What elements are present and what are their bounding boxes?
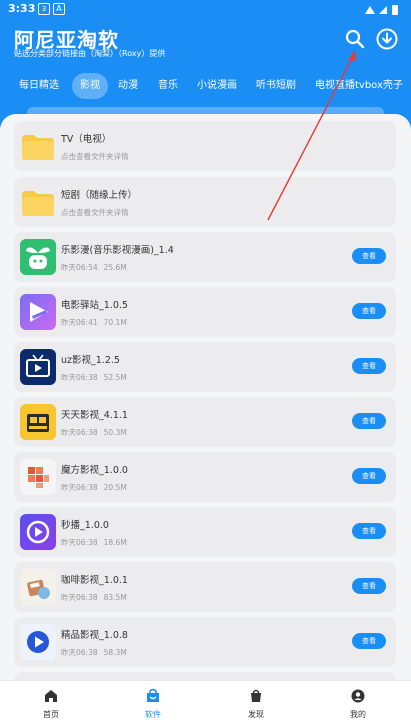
home-icon — [45, 690, 57, 702]
folder-hint: 点击查看文件夹详情 — [61, 152, 129, 161]
tab-live-tv[interactable]: 电视直播tvbox壳子 — [315, 73, 403, 99]
app-name: 天天影视_4.1.1 — [61, 410, 128, 421]
nav-mine[interactable]: 我的 — [307, 681, 409, 723]
folder-item[interactable]: TV（电视） 点击查看文件夹详情 — [14, 121, 396, 171]
app-size: 70.1M — [103, 318, 127, 327]
play-circle-icon — [20, 624, 56, 660]
folder-name: 短剧（随缘上传） — [61, 190, 138, 201]
nav-discover[interactable]: 发现 — [205, 681, 307, 723]
app-time: 昨天06:38 — [61, 483, 98, 492]
app-size: 18.6M — [103, 538, 127, 547]
list-item[interactable]: 电影驿站_1.0.5 昨天06:41 70.1M 查看 — [14, 287, 396, 337]
app-size: 58.3M — [103, 648, 127, 657]
view-button[interactable]: 查看 — [352, 578, 386, 594]
list-item[interactable]: 精品影视_1.0.8 昨天06:38 58.3M 查看 — [14, 617, 396, 667]
clapper-icon — [20, 404, 56, 440]
sprout-icon — [20, 239, 56, 275]
view-button[interactable]: 查看 — [352, 303, 386, 319]
app-name: 精品影视_1.0.8 — [61, 630, 128, 641]
tab-anime[interactable]: 动漫 — [118, 73, 138, 99]
status-bar: 3:33 3 A — [0, 0, 411, 20]
list-item[interactable]: 咖啡影视_1.0.1 昨天06:38 83.5M 查看 — [14, 562, 396, 612]
app-name: 电影驿站_1.0.5 — [61, 300, 128, 311]
app-meta: 昨天06:38 83.5M — [61, 592, 127, 603]
app-name: 秒播_1.0.0 — [61, 520, 109, 531]
app-name: 咖啡影视_1.0.1 — [61, 575, 128, 586]
app-time: 昨天06:38 — [61, 373, 98, 382]
folder-name: TV（电视） — [61, 134, 112, 145]
app-meta: 昨天06:38 52.5M — [61, 372, 127, 383]
nav-home[interactable]: 首页 — [0, 681, 102, 723]
tv-icon — [20, 349, 56, 385]
list-item[interactable]: 秒播_1.0.0 昨天06:38 18.6M 查看 — [14, 507, 396, 557]
coffee-icon — [20, 569, 56, 605]
nav-label: 软件 — [145, 710, 161, 719]
folder-icon — [22, 135, 54, 160]
app-time: 昨天06:41 — [61, 318, 98, 327]
app-meta: 昨天06:38 58.3M — [61, 647, 127, 658]
view-button[interactable]: 查看 — [352, 468, 386, 484]
view-button[interactable]: 查看 — [352, 358, 386, 374]
nav-software[interactable]: 软件 — [102, 681, 204, 723]
folder-item[interactable]: 短剧（随缘上传） 点击查看文件夹详情 — [14, 177, 396, 227]
bag-icon — [147, 688, 159, 702]
notification-icon: 3 — [38, 3, 50, 15]
cube-icon — [20, 459, 56, 495]
app-size: 83.5M — [103, 593, 127, 602]
tab-novels-comics[interactable]: 小说漫画 — [197, 73, 237, 99]
tab-music[interactable]: 音乐 — [158, 73, 178, 99]
list-item[interactable]: uz影视_1.2.5 昨天06:38 52.5M 查看 — [14, 342, 396, 392]
app-time: 昨天06:38 — [61, 428, 98, 437]
play-hex-icon — [20, 514, 56, 550]
signal-icon — [379, 6, 387, 14]
nav-label: 首页 — [43, 710, 59, 719]
list-item[interactable]: 魔方影视_1.0.0 昨天06:38 20.5M 查看 — [14, 452, 396, 502]
view-button[interactable]: 查看 — [352, 413, 386, 429]
category-tabs: 每日精选 影视 动漫 音乐 小说漫画 听书短剧 电视直播tvbox壳子 — [0, 73, 411, 99]
bottom-nav: 首页 软件 发现 我的 — [0, 680, 411, 723]
app-meta: 昨天06:54 25.6M — [61, 262, 127, 273]
app-meta: 昨天06:38 50.3M — [61, 427, 127, 438]
app-meta: 昨天06:38 18.6M — [61, 537, 127, 548]
app-meta: 昨天06:41 70.1M — [61, 317, 127, 328]
file-list: TV（电视） 点击查看文件夹详情 短剧（随缘上传） 点击查看文件夹详情 乐影漫(… — [0, 114, 411, 680]
battery-icon — [392, 5, 398, 15]
app-size: 52.5M — [103, 373, 127, 382]
profile-icon — [351, 689, 365, 703]
system-status-icons — [365, 5, 398, 15]
app-time: 昨天06:54 — [61, 263, 98, 272]
app-bar: 阿尼亚淘软 贴选分类部分链接由（淘梨）（Roxy）提供 — [0, 20, 411, 65]
app-subtitle: 贴选分类部分链接由（淘梨）（Roxy）提供 — [14, 49, 166, 58]
tab-daily-picks[interactable]: 每日精选 — [19, 73, 59, 99]
search-icon[interactable] — [342, 26, 368, 52]
folder-icon — [22, 191, 54, 216]
app-time: 昨天06:38 — [61, 648, 98, 657]
download-icon[interactable] — [374, 26, 400, 52]
app-size: 20.5M — [103, 483, 127, 492]
view-button[interactable]: 查看 — [352, 248, 386, 264]
view-button[interactable]: 查看 — [352, 633, 386, 649]
status-time: 3:33 — [8, 2, 36, 15]
nav-label: 发现 — [248, 710, 264, 719]
shopping-bag-icon — [251, 689, 261, 702]
wifi-icon — [365, 6, 375, 14]
app-size: 50.3M — [103, 428, 127, 437]
notification-icon: A — [53, 3, 65, 15]
app-name: uz影视_1.2.5 — [61, 355, 120, 366]
list-item[interactable]: 天天影视_4.1.1 昨天06:38 50.3M 查看 — [14, 397, 396, 447]
list-item[interactable] — [14, 672, 396, 680]
app-time: 昨天06:38 — [61, 593, 98, 602]
nav-label: 我的 — [350, 710, 366, 719]
view-button[interactable]: 查看 — [352, 523, 386, 539]
app-time: 昨天06:38 — [61, 538, 98, 547]
app-meta: 昨天06:38 20.5M — [61, 482, 127, 493]
list-item[interactable]: 乐影漫(音乐影视漫画)_1.4 昨天06:54 25.6M 查看 — [14, 232, 396, 282]
app-size: 25.6M — [103, 263, 127, 272]
folder-hint: 点击查看文件夹详情 — [61, 208, 129, 217]
tab-audiobooks-shorts[interactable]: 听书短剧 — [256, 73, 296, 99]
ticket-icon — [20, 294, 56, 330]
tab-movies[interactable]: 影视 — [72, 73, 108, 99]
app-name: 乐影漫(音乐影视漫画)_1.4 — [61, 245, 174, 256]
app-name: 魔方影视_1.0.0 — [61, 465, 128, 476]
